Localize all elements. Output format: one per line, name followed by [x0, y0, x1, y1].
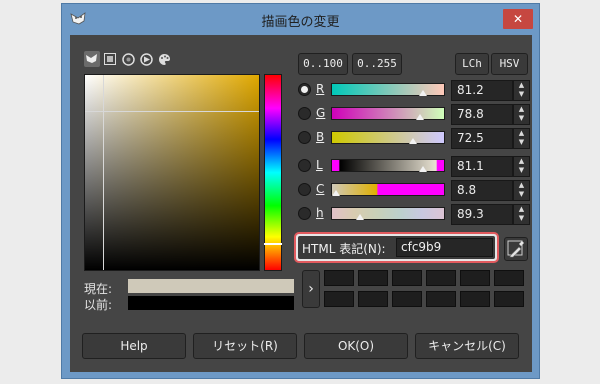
history-swatch[interactable]	[392, 291, 422, 307]
current-color-swatch	[128, 279, 294, 293]
history-swatch[interactable]	[494, 291, 524, 307]
palette-selector-icon[interactable]	[156, 51, 172, 67]
close-button[interactable]: ✕	[503, 9, 533, 29]
history-swatch[interactable]	[324, 291, 354, 307]
history-swatch[interactable]	[426, 270, 456, 286]
radio-b[interactable]	[298, 131, 311, 144]
scale-0-100-button[interactable]: 0..100	[298, 53, 348, 75]
hsv-button[interactable]: HSV	[491, 53, 528, 75]
spin-b[interactable]: ▲ ▼	[513, 128, 530, 149]
value-g[interactable]: 78.8	[451, 104, 513, 125]
channel-row-c: C 8.8 ▲ ▼	[298, 180, 530, 201]
slider-b[interactable]	[331, 131, 445, 144]
channel-label-g: G	[316, 106, 326, 120]
channel-row-b: B 72.5 ▲ ▼	[298, 128, 530, 149]
slider-c[interactable]	[331, 183, 445, 196]
history-swatch[interactable]	[460, 270, 490, 286]
html-notation-input[interactable]: cfc9b9	[396, 238, 493, 257]
crosshair-vertical	[103, 75, 104, 270]
slider-marker-c[interactable]	[332, 190, 341, 196]
lch-button[interactable]: LCh	[455, 53, 489, 75]
spin-h[interactable]: ▲ ▼	[513, 204, 530, 225]
history-swatch[interactable]	[494, 270, 524, 286]
channel-row-g: G 78.8 ▲ ▼	[298, 104, 530, 125]
dialog-body: 現在: 以前: 0..100 0..255 LCh HSV R 81.2 ▲ ▼ …	[70, 35, 532, 372]
crosshair-horizontal	[85, 111, 259, 112]
slider-marker-r[interactable]	[418, 90, 427, 96]
color-wheel-icon[interactable]	[120, 51, 136, 67]
value-r[interactable]: 81.2	[451, 80, 513, 101]
cmyk-selector-icon[interactable]	[102, 51, 118, 67]
radio-l[interactable]	[298, 159, 311, 172]
cancel-button[interactable]: キャンセル(C)	[415, 333, 519, 359]
value-c[interactable]: 8.8	[451, 180, 513, 201]
html-notation-label: HTML 表記(N):	[302, 242, 386, 256]
spin-r[interactable]: ▲ ▼	[513, 80, 530, 101]
radio-g[interactable]	[298, 107, 311, 120]
channel-row-l: L 81.1 ▲ ▼	[298, 156, 530, 177]
spin-l[interactable]: ▲ ▼	[513, 156, 530, 177]
help-button[interactable]: Help	[82, 333, 186, 359]
current-color-label: 現在:	[84, 282, 113, 296]
gimp-selector-icon[interactable]	[84, 51, 100, 67]
history-swatch[interactable]	[324, 270, 354, 286]
value-l[interactable]: 81.1	[451, 156, 513, 177]
history-swatch[interactable]	[460, 291, 490, 307]
value-h[interactable]: 89.3	[451, 204, 513, 225]
radio-c[interactable]	[298, 183, 311, 196]
previous-color-label: 以前:	[84, 298, 113, 312]
eyedropper-button[interactable]	[504, 237, 528, 261]
channel-row-h: h 89.3 ▲ ▼	[298, 204, 530, 225]
channel-label-l: L	[316, 158, 323, 172]
radio-r[interactable]	[298, 83, 311, 96]
channel-label-b: B	[316, 130, 325, 144]
slider-h[interactable]	[331, 207, 445, 220]
history-swatch[interactable]	[358, 270, 388, 286]
html-notation-panel: HTML 表記(N): cfc9b9	[298, 236, 495, 259]
history-swatch[interactable]	[358, 291, 388, 307]
channel-label-r: R	[316, 82, 325, 96]
hue-slider-strip[interactable]	[264, 74, 282, 271]
scale-0-255-button[interactable]: 0..255	[352, 53, 402, 75]
slider-g[interactable]	[331, 107, 445, 120]
slider-marker-l[interactable]	[418, 166, 427, 172]
ok-button[interactable]: OK(O)	[304, 333, 408, 359]
value-b[interactable]: 72.5	[451, 128, 513, 149]
channel-label-c: C	[316, 182, 325, 196]
history-swatch[interactable]	[426, 291, 456, 307]
channel-row-r: R 81.2 ▲ ▼	[298, 80, 530, 101]
radio-h[interactable]	[298, 207, 311, 220]
history-swatch[interactable]	[392, 270, 422, 286]
slider-r[interactable]	[331, 83, 445, 96]
add-to-history-button[interactable]: ›	[302, 270, 320, 308]
spin-c[interactable]: ▲ ▼	[513, 180, 530, 201]
channel-label-h: h	[316, 206, 324, 220]
slider-l[interactable]	[331, 159, 445, 172]
spin-g[interactable]: ▲ ▼	[513, 104, 530, 125]
previous-color-swatch[interactable]	[128, 296, 294, 310]
selector-mode-bar	[84, 50, 172, 68]
triangle-selector-icon[interactable]	[138, 51, 154, 67]
slider-marker-b[interactable]	[408, 138, 417, 144]
color-dialog-window: 描画色の変更 ✕ 現在: 以前: 0..100 0..255 LCh HSV R…	[61, 3, 540, 379]
title-bar[interactable]: 描画色の変更 ✕	[62, 4, 539, 34]
saturation-value-area[interactable]	[84, 74, 260, 271]
reset-button[interactable]: リセット(R)	[193, 333, 297, 359]
dialog-title: 描画色の変更	[261, 15, 340, 30]
eyedropper-icon	[507, 240, 524, 258]
slider-marker-h[interactable]	[356, 214, 364, 220]
html-notation-highlight: HTML 表記(N): cfc9b9	[294, 232, 499, 263]
hue-marker[interactable]	[264, 243, 282, 245]
slider-marker-g[interactable]	[416, 114, 425, 120]
